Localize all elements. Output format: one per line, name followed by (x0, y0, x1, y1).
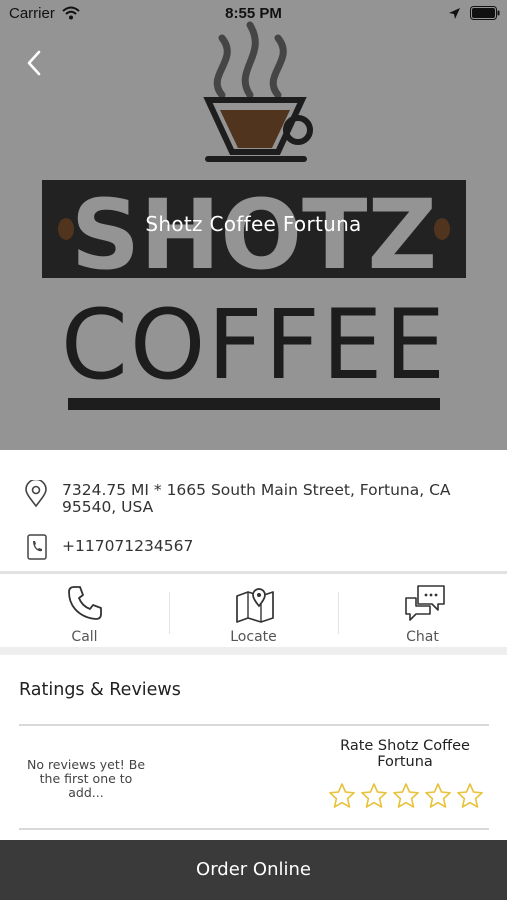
no-reviews-text: No reviews yet! Be the first one to add.… (26, 757, 146, 800)
divider (0, 571, 507, 574)
battery-icon (470, 6, 500, 20)
chevron-left-icon (27, 50, 41, 76)
section-gap (0, 647, 507, 655)
rate-label: Rate Shotz Coffee Fortuna (340, 738, 470, 770)
reviews-bottom-divider (19, 828, 489, 830)
phone-number: +117071234567 (62, 537, 194, 555)
call-label: Call (71, 629, 98, 645)
chat-label: Chat (406, 629, 439, 645)
hero-banner: SHOTZ COFFEE Shotz Coffee Fortuna (0, 0, 507, 450)
phone-box-icon (27, 534, 47, 560)
locate-label: Locate (230, 629, 277, 645)
phone-icon (68, 586, 102, 620)
address-row[interactable]: 7324.75 MI * 1665 South Main Street, For… (0, 478, 507, 524)
map-pin-icon (236, 588, 274, 623)
back-button[interactable] (18, 46, 52, 80)
status-time: 8:55 PM (225, 5, 282, 22)
reviews-title: Ratings & Reviews (19, 680, 181, 700)
order-online-button[interactable]: Order Online (0, 840, 507, 900)
location-arrow-icon (449, 8, 460, 19)
address-text: 7324.75 MI * 1665 South Main Street, For… (62, 481, 451, 516)
phone-row[interactable]: +117071234567 (0, 532, 507, 562)
star-icon[interactable] (328, 782, 356, 810)
status-bar: Carrier 8:55 PM (0, 0, 507, 28)
star-icon[interactable] (392, 782, 420, 810)
star-icon[interactable] (424, 782, 452, 810)
chat-bubbles-icon (405, 585, 445, 621)
star-icon[interactable] (360, 782, 388, 810)
call-button[interactable]: Call (0, 576, 169, 648)
star-rating (328, 782, 488, 810)
star-icon[interactable] (456, 782, 484, 810)
chat-button[interactable]: Chat (338, 576, 507, 648)
locate-button[interactable]: Locate (169, 576, 338, 648)
reviews-divider (19, 724, 489, 726)
hero-title: Shotz Coffee Fortuna (145, 212, 362, 236)
map-marker-icon (25, 480, 47, 508)
action-bar: Call Locate Chat (0, 576, 507, 648)
